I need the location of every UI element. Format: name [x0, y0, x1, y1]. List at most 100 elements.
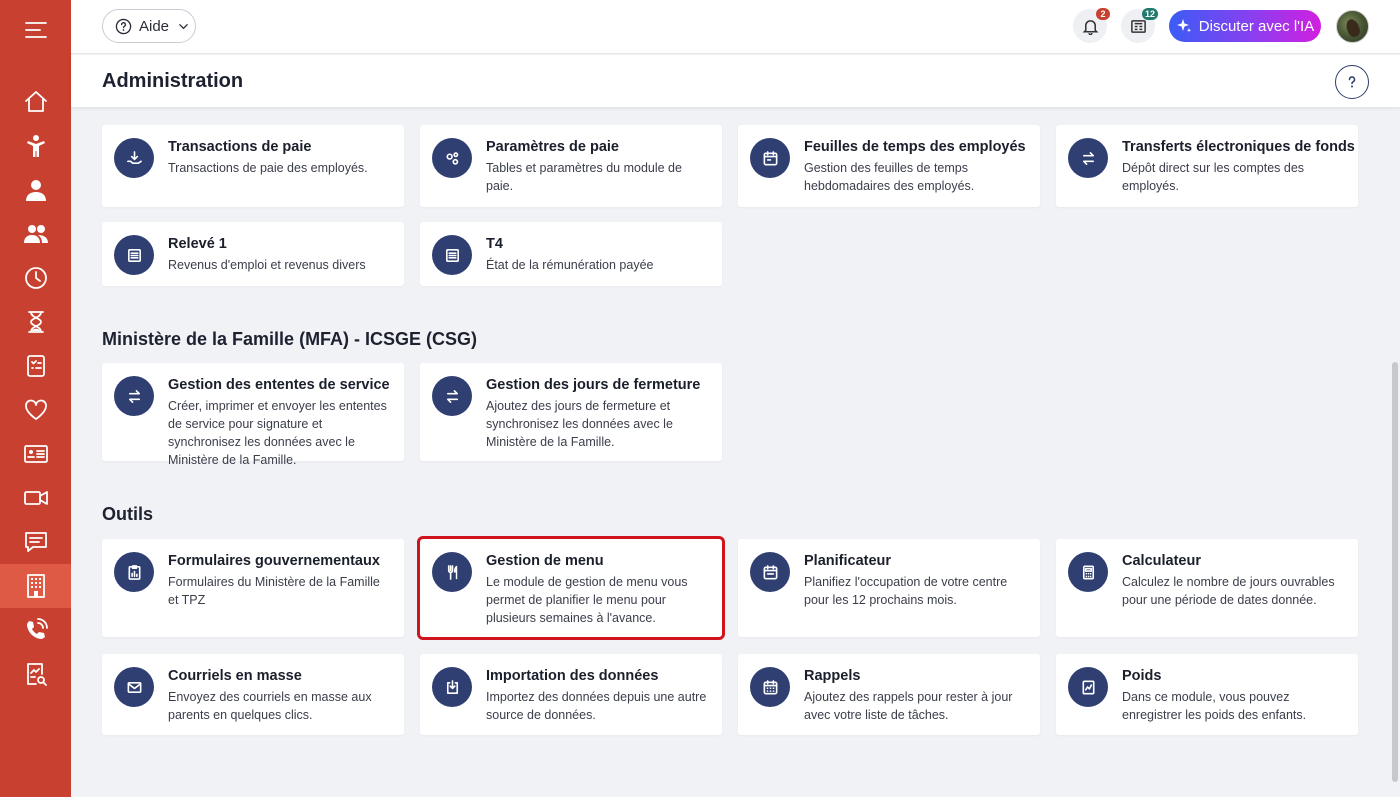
- question-circle-icon: [115, 18, 132, 34]
- card-payroll-transactions[interactable]: Transactions de paie Transactions de pai…: [102, 125, 404, 207]
- sidebar-item-staff[interactable]: [0, 168, 71, 212]
- gears-icon: [432, 138, 472, 178]
- notifications-button[interactable]: 2: [1073, 8, 1110, 43]
- card-title: Formulaires gouvernementaux: [168, 553, 380, 569]
- import-icon: [432, 667, 472, 707]
- card-title: Rappels: [804, 668, 861, 684]
- sidebar-item-contact[interactable]: [0, 608, 71, 652]
- card-description: Ajoutez des rappels pour rester à jour a…: [804, 690, 1013, 722]
- card-title: Importation des données: [486, 668, 659, 684]
- calculator-icon: [1068, 552, 1108, 592]
- card-description: Importez des données depuis une autre so…: [486, 690, 707, 722]
- page-title: Administration: [102, 70, 244, 92]
- notifications-badge: 2: [1096, 8, 1110, 20]
- document-icon: [432, 235, 472, 275]
- card-planner[interactable]: Planificateur Planifiez l'occupation de …: [738, 539, 1040, 637]
- sidebar-item-analytics[interactable]: [0, 652, 71, 696]
- card-title: Courriels en masse: [168, 668, 302, 684]
- sidebar-item-health[interactable]: [0, 388, 71, 432]
- page-help-button[interactable]: [1335, 65, 1369, 99]
- clock-icon: [24, 267, 47, 289]
- utensils-icon: [432, 552, 472, 592]
- child-icon: [26, 135, 45, 157]
- card-releve-1[interactable]: Relevé 1 Revenus d'emploi et revenus div…: [102, 222, 404, 286]
- card-title: Relevé 1: [168, 236, 227, 252]
- card-electronic-transfers[interactable]: Transferts électroniques de fonds Dépôt …: [1056, 125, 1358, 207]
- sidebar-item-cards[interactable]: [0, 432, 71, 476]
- card-description: État de la rémunération payée: [486, 258, 654, 272]
- bell-icon: [1082, 19, 1098, 35]
- document-icon: [114, 235, 154, 275]
- section-title-tools: Outils: [102, 504, 154, 524]
- hourglass-icon: [27, 311, 44, 333]
- card-bulk-emails[interactable]: Courriels en masse Envoyez des courriels…: [102, 654, 404, 735]
- sidebar: [0, 0, 71, 797]
- group-icon: [23, 225, 48, 243]
- phone-icon: [26, 618, 48, 639]
- chevron-down-icon: [179, 23, 188, 29]
- sidebar-item-parents[interactable]: [0, 212, 71, 256]
- card-title: Paramètres de paie: [486, 139, 619, 155]
- report-search-icon: [26, 663, 47, 686]
- card-closure-days[interactable]: Gestion des jours de fermeture Ajoutez d…: [420, 363, 722, 461]
- person-icon: [25, 180, 46, 201]
- clipboard-chart-icon: [114, 552, 154, 592]
- id-card-icon: [23, 445, 48, 463]
- sidebar-item-reports[interactable]: [0, 344, 71, 388]
- card-calculator[interactable]: Calculateur Calculez le nombre de jours …: [1056, 539, 1358, 637]
- ai-chat-button[interactable]: Discuter avec l'IA: [1169, 10, 1321, 42]
- checklist-icon: [26, 355, 45, 377]
- card-service-agreements[interactable]: Gestion des ententes de service Créer, i…: [102, 363, 404, 467]
- heart-icon: [24, 399, 47, 420]
- card-weight[interactable]: Poids Dans ce module, vous pouvez enregi…: [1056, 654, 1358, 735]
- card-payroll-settings[interactable]: Paramètres de paie Tables et paramètres …: [420, 125, 722, 207]
- card-title: Transferts électroniques de fonds: [1122, 139, 1355, 155]
- page-header: Administration: [71, 55, 1400, 107]
- sidebar-item-messages[interactable]: [0, 520, 71, 564]
- news-button[interactable]: 12: [1121, 8, 1158, 43]
- news-badge: 12: [1141, 8, 1158, 20]
- card-description: Dépôt direct sur les comptes des employé…: [1122, 161, 1305, 193]
- card-title: Transactions de paie: [168, 139, 312, 155]
- help-dropdown-button[interactable]: Aide: [102, 9, 196, 43]
- sidebar-item-timesheets[interactable]: [0, 300, 71, 344]
- top-bar: Aide 2 12 Discuter avec l'IA: [71, 0, 1400, 54]
- card-data-import[interactable]: Importation des données Importez des don…: [420, 654, 722, 735]
- sidebar-item-children[interactable]: [0, 124, 71, 168]
- ai-chat-label: Discuter avec l'IA: [1198, 17, 1315, 35]
- card-description: Tables et paramètres du module de paie.: [486, 161, 682, 193]
- transfer-arrows-icon: [114, 376, 154, 416]
- card-title: Poids: [1122, 668, 1162, 684]
- chart-document-icon: [1068, 667, 1108, 707]
- card-description: Transactions de paie des employés.: [168, 161, 368, 175]
- card-description: Gestion des feuilles de temps hebdomadai…: [804, 161, 975, 193]
- card-description: Formulaires du Ministère de la Famille e…: [168, 575, 380, 607]
- sidebar-item-administration[interactable]: [0, 564, 71, 608]
- help-label: Aide: [139, 17, 170, 35]
- sidebar-item-attendance[interactable]: [0, 256, 71, 300]
- card-description: Revenus d'emploi et revenus divers: [168, 258, 366, 272]
- chat-icon: [24, 532, 47, 552]
- section-title-mfa: Ministère de la Famille (MFA) - ICSGE (C…: [102, 329, 478, 349]
- sidebar-item-home[interactable]: [0, 80, 71, 124]
- scrollbar[interactable]: [1392, 362, 1398, 782]
- card-description: Créer, imprimer et envoyer les ententes …: [168, 399, 387, 467]
- card-reminders[interactable]: Rappels Ajoutez des rappels pour rester …: [738, 654, 1040, 735]
- calendar-icon: [750, 552, 790, 592]
- calendar-icon: [750, 138, 790, 178]
- video-camera-icon: [23, 491, 48, 505]
- newspaper-icon: [1130, 19, 1146, 33]
- sidebar-item-video[interactable]: [0, 476, 71, 520]
- menu-toggle-button[interactable]: [0, 8, 71, 52]
- card-t4[interactable]: T4 État de la rémunération payée: [420, 222, 722, 286]
- card-title: Gestion des ententes de service: [168, 377, 390, 393]
- building-icon: [26, 574, 45, 598]
- card-description: Envoyez des courriels en masse aux paren…: [168, 690, 372, 722]
- card-menu-management[interactable]: Gestion de menu Le module de gestion de …: [417, 536, 725, 640]
- card-description: Le module de gestion de menu vous permet…: [486, 575, 688, 625]
- hamburger-icon: [24, 22, 47, 38]
- card-title: Gestion des jours de fermeture: [486, 377, 701, 393]
- card-government-forms[interactable]: Formulaires gouvernementaux Formulaires …: [102, 539, 404, 637]
- card-employee-timesheets[interactable]: Feuilles de temps des employés Gestion d…: [738, 125, 1040, 207]
- user-avatar[interactable]: [1336, 10, 1369, 43]
